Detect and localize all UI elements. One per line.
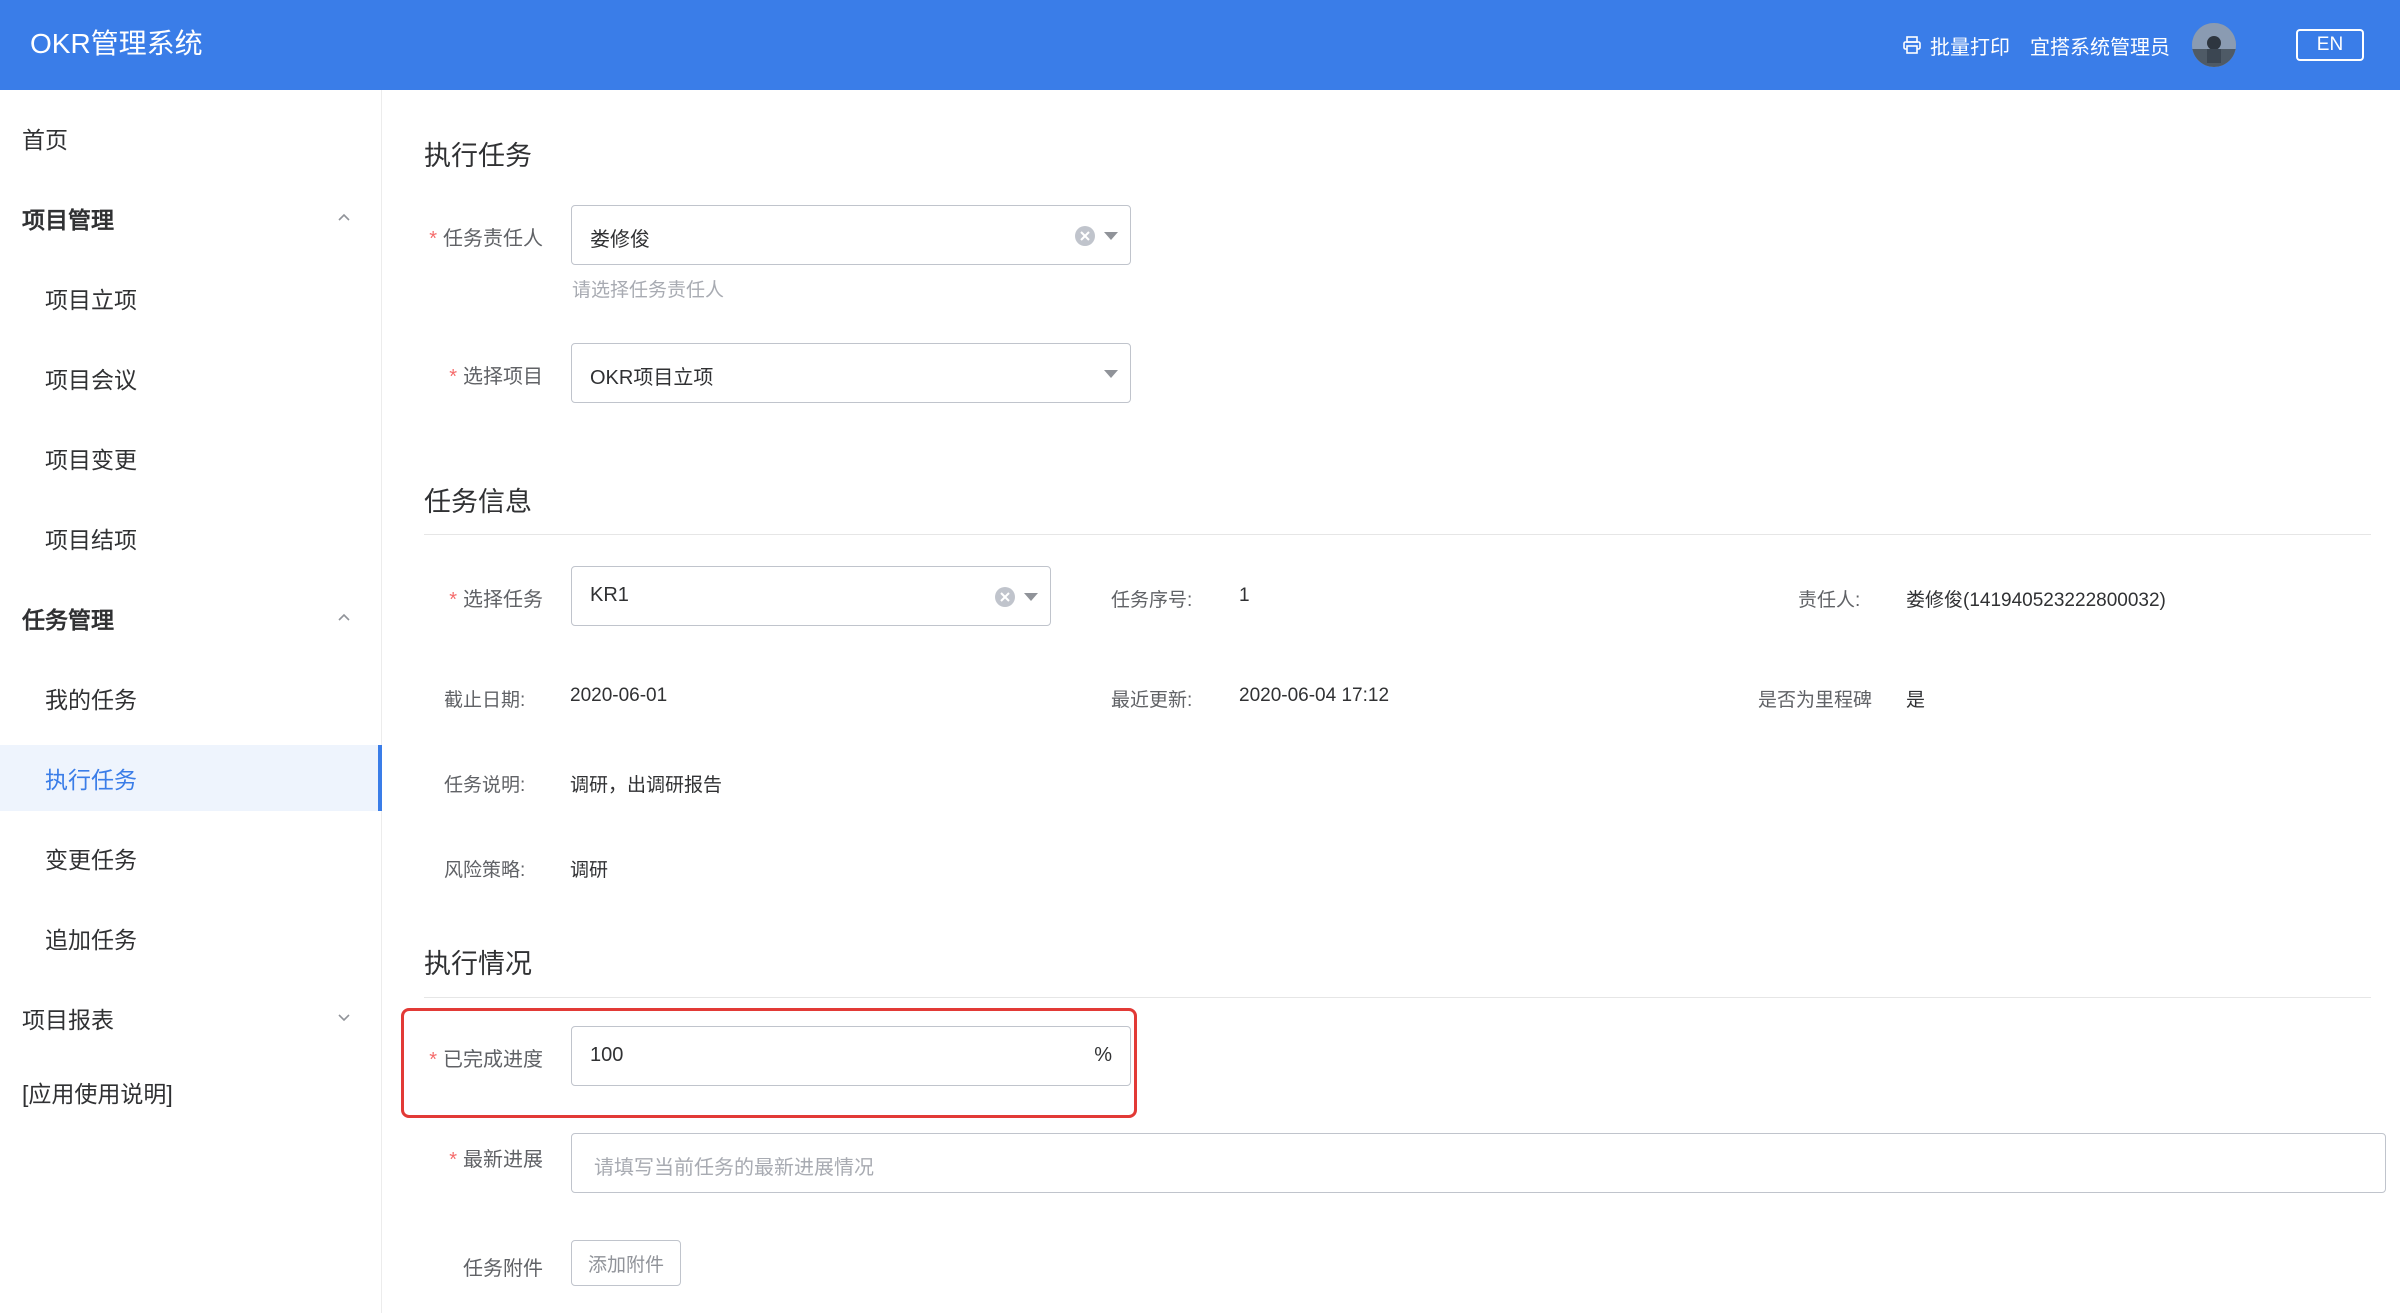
- clear-icon[interactable]: [994, 586, 1016, 608]
- section-divider: [424, 534, 2371, 535]
- task-seq-value: 1: [1239, 585, 1250, 606]
- sidebar-item-project-meeting[interactable]: 项目会议: [0, 345, 382, 411]
- add-attachment-button[interactable]: 添加附件: [571, 1240, 681, 1286]
- header-actions: 批量打印 宜搭系统管理员 EN: [1902, 0, 2364, 90]
- risk-strategy-label: 风险策略:: [444, 860, 526, 881]
- sidebar-item-project-setup[interactable]: 项目立项: [0, 265, 382, 331]
- app-title[interactable]: OKR管理系统: [30, 26, 203, 62]
- chevron-up-icon: [338, 613, 350, 621]
- avatar-image-icon: [2192, 23, 2236, 67]
- task-select[interactable]: KR1: [571, 566, 1051, 626]
- sidebar-item-app-guide[interactable]: [应用使用说明]: [0, 1059, 382, 1125]
- attachment-field-label: 任务附件: [383, 1252, 543, 1281]
- task-owner-select[interactable]: 娄修俊: [571, 205, 1131, 265]
- section-title-exec-task: 执行任务: [424, 141, 532, 171]
- clear-icon[interactable]: [1074, 225, 1096, 247]
- sidebar-item-label: [应用使用说明]: [22, 1081, 173, 1107]
- required-mark: *: [429, 1049, 437, 1071]
- required-mark: *: [429, 228, 437, 250]
- sidebar-group-label: 任务管理: [22, 607, 114, 633]
- caret-down-icon: [1104, 370, 1118, 378]
- top-header: OKR管理系统 批量打印 宜搭系统管理员 EN: [0, 0, 2400, 90]
- sidebar-item-label: 我的任务: [45, 687, 137, 713]
- sidebar-item-project-close[interactable]: 项目结项: [0, 505, 382, 571]
- progress-input[interactable]: 100 %: [571, 1026, 1131, 1086]
- sidebar-group-project-report[interactable]: 项目报表: [0, 985, 382, 1051]
- milestone-value: 是: [1906, 690, 1926, 711]
- sidebar-group-project-mgmt[interactable]: 项目管理: [0, 185, 382, 251]
- batch-print-button[interactable]: 批量打印: [1902, 31, 2010, 60]
- progress-field-label: * 已完成进度: [383, 1043, 543, 1072]
- sidebar-item-label: 项目立项: [45, 287, 137, 313]
- task-field-label: * 选择任务: [383, 583, 543, 612]
- sidebar-group-label: 项目报表: [22, 1007, 114, 1033]
- sidebar-item-label: 项目结项: [45, 527, 137, 553]
- milestone-label: 是否为里程碑: [1758, 690, 1873, 711]
- task-label-text: 选择任务: [463, 589, 543, 611]
- sidebar-item-change-task[interactable]: 变更任务: [0, 825, 382, 891]
- sidebar-item-add-task[interactable]: 追加任务: [0, 905, 382, 971]
- owner-field-label: * 任务责任人: [383, 222, 543, 251]
- last-updated-value: 2020-06-04 17:12: [1239, 685, 1390, 706]
- project-label-text: 选择项目: [463, 366, 543, 388]
- section-title-exec-status: 执行情况: [424, 949, 532, 979]
- risk-strategy-value: 调研: [570, 860, 609, 881]
- task-desc-value: 调研，出调研报告: [570, 775, 723, 796]
- progress-value: 100: [590, 1044, 624, 1066]
- last-updated-label: 最近更新:: [1111, 690, 1193, 711]
- project-value: OKR项目立项: [590, 367, 714, 389]
- sidebar-item-label: 变更任务: [45, 847, 137, 873]
- task-owner-value: 娄修俊: [590, 229, 650, 251]
- printer-icon: [1903, 36, 1921, 54]
- task-desc-label: 任务说明:: [444, 775, 526, 796]
- sidebar: 首页 项目管理 项目立项 项目会议 项目变更 项目结项 任务管理 我的任务 执行…: [0, 90, 382, 1313]
- latest-progress-label-text: 最新进展: [463, 1149, 543, 1171]
- task-value: KR1: [590, 584, 629, 606]
- sidebar-group-task-mgmt[interactable]: 任务管理: [0, 585, 382, 651]
- language-toggle-button[interactable]: EN: [2296, 29, 2364, 61]
- latest-progress-placeholder: 请填写当前任务的最新进展情况: [594, 1157, 874, 1179]
- responsible-label: 责任人:: [1798, 590, 1861, 611]
- section-divider: [424, 997, 2371, 998]
- deadline-value: 2020-06-01: [570, 685, 668, 706]
- section-title-task-info: 任务信息: [424, 487, 532, 517]
- task-seq-label: 任务序号:: [1111, 590, 1193, 611]
- owner-hint-text: 请选择任务责任人: [572, 280, 725, 301]
- sidebar-item-label: 执行任务: [45, 767, 137, 793]
- percent-unit: %: [1094, 1044, 1112, 1066]
- latest-progress-field-label: * 最新进展: [383, 1143, 543, 1172]
- required-mark: *: [449, 589, 457, 611]
- latest-progress-input[interactable]: 请填写当前任务的最新进展情况: [571, 1133, 2386, 1193]
- owner-label-text: 任务责任人: [443, 228, 543, 250]
- avatar[interactable]: [2192, 23, 2236, 67]
- sidebar-item-execute-task[interactable]: 执行任务: [0, 745, 382, 811]
- sidebar-item-label: 追加任务: [45, 927, 137, 953]
- caret-down-icon: [1104, 232, 1118, 240]
- batch-print-label: 批量打印: [1930, 36, 2010, 59]
- chevron-up-icon: [338, 213, 350, 221]
- required-mark: *: [449, 1149, 457, 1171]
- sidebar-item-my-tasks[interactable]: 我的任务: [0, 665, 382, 731]
- sidebar-item-project-change[interactable]: 项目变更: [0, 425, 382, 491]
- main-content: 执行任务 * 任务责任人 娄修俊 请选择任务责任人 * 选择项目 OKR项目立项 任…: [383, 90, 2400, 1313]
- responsible-value: 娄修俊(141940523222800032): [1906, 590, 2166, 611]
- admin-name[interactable]: 宜搭系统管理员: [2030, 31, 2170, 60]
- progress-label-text: 已完成进度: [443, 1049, 543, 1071]
- chevron-down-icon: [338, 1014, 350, 1022]
- sidebar-group-label: 项目管理: [22, 207, 114, 233]
- project-select[interactable]: OKR项目立项: [571, 343, 1131, 403]
- attachment-label-text: 任务附件: [463, 1258, 543, 1280]
- sidebar-item-label: 首页: [22, 127, 68, 153]
- project-field-label: * 选择项目: [383, 360, 543, 389]
- deadline-label: 截止日期:: [444, 690, 526, 711]
- caret-down-icon: [1024, 593, 1038, 601]
- sidebar-item-label: 项目变更: [45, 447, 137, 473]
- sidebar-item-label: 项目会议: [45, 367, 137, 393]
- sidebar-item-home[interactable]: 首页: [0, 105, 382, 171]
- required-mark: *: [449, 366, 457, 388]
